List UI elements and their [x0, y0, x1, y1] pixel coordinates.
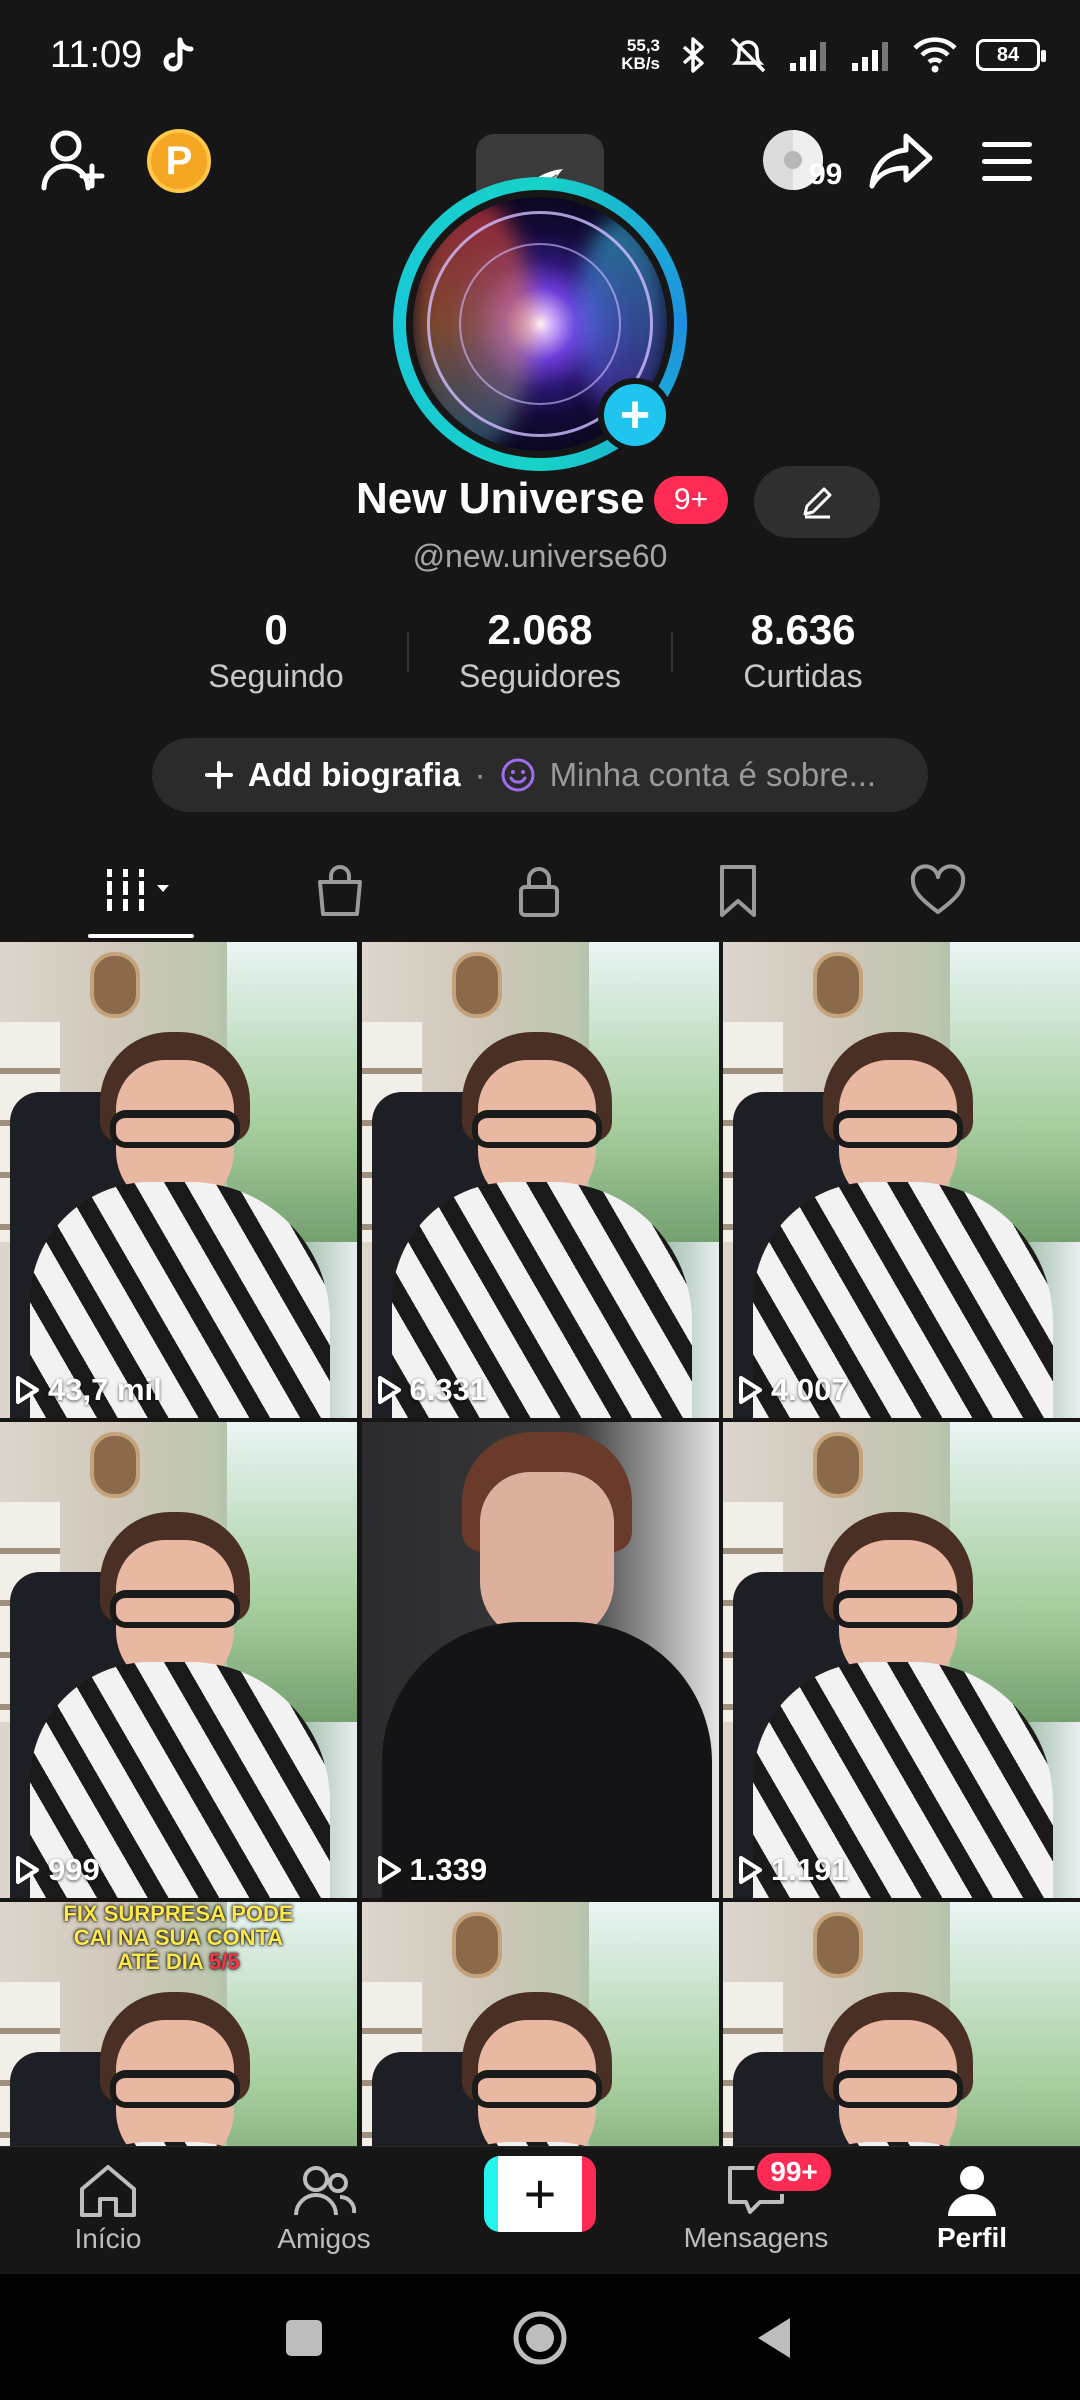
add-story-button[interactable]: + [598, 378, 672, 452]
status-bar: 11:09 55,3 KB/s 84 [0, 0, 1080, 110]
profile-icon [948, 2166, 996, 2216]
view-count: 4.007 [737, 1372, 849, 1408]
video-thumbnail[interactable]: 4.007 [723, 942, 1080, 1418]
play-icon [377, 1856, 401, 1884]
pencil-icon [803, 487, 832, 519]
system-navigation-bar [0, 2274, 1080, 2400]
home-icon [80, 2165, 136, 2217]
stat-following[interactable]: 0 Seguindo [156, 606, 396, 695]
tiktok-notification-icon [163, 37, 194, 72]
video-thumbnail[interactable]: 43,7 mil [0, 942, 357, 1418]
share-icon[interactable] [868, 130, 934, 192]
recent-apps-icon[interactable] [284, 2318, 324, 2358]
bio-separator: · [474, 756, 486, 793]
videos-icon [107, 869, 169, 911]
nav-profile[interactable]: Perfil [892, 2162, 1052, 2254]
bluetooth-icon [682, 37, 704, 73]
signal-icon-1 [790, 42, 826, 71]
video-grid: 43,7 mil 6.331 4.007 999 1.339 1.191 FIX… [0, 942, 1080, 2146]
edit-profile-button[interactable] [754, 466, 880, 538]
tab-private[interactable] [489, 858, 589, 924]
messages-badge: 99+ [754, 2150, 834, 2194]
bookmark-icon [720, 865, 756, 917]
nav-friends[interactable]: Amigos [244, 2163, 404, 2255]
video-caption: FIX SURPRESA PODE CAI NA SUA CONTA ATÉ D… [63, 1902, 294, 1974]
play-icon [739, 1856, 762, 1884]
view-count: 6.331 [376, 1372, 487, 1408]
active-tab-indicator [88, 934, 194, 938]
video-thumbnail[interactable] [723, 1902, 1080, 2146]
bio-placeholder: Minha conta é sobre... [549, 756, 877, 793]
tab-saved[interactable] [688, 858, 788, 924]
plus-icon: + [498, 2156, 582, 2232]
add-friend-icon[interactable] [40, 128, 110, 194]
profile-name: New Universe [356, 474, 645, 523]
video-thumbnail[interactable]: 1.339 [361, 1422, 719, 1898]
tab-liked[interactable] [888, 858, 988, 924]
disc-button[interactable]: 99 [763, 128, 842, 196]
add-bio-label: Add biografia [247, 756, 461, 793]
video-thumbnail[interactable]: 1.191 [723, 1422, 1080, 1898]
tab-shop[interactable] [290, 858, 390, 924]
friends-icon [294, 2166, 356, 2216]
play-icon [377, 1376, 401, 1404]
coins-icon[interactable]: P [147, 129, 211, 193]
stat-divider [671, 632, 673, 672]
network-speed: 55,3 KB/s [621, 36, 660, 73]
add-bio-button[interactable]: Add biografia · Minha conta é sobre... [152, 738, 928, 812]
stat-divider [407, 632, 409, 672]
view-count: 1.339 [376, 1852, 487, 1888]
smiley-icon [501, 758, 535, 792]
tab-videos[interactable] [91, 858, 191, 924]
play-icon [739, 1376, 762, 1404]
heart-icon [910, 864, 966, 914]
wifi-icon [913, 37, 957, 73]
shop-icon [318, 865, 362, 916]
status-time: 11:09 [50, 34, 143, 76]
video-thumbnail[interactable]: FIX SURPRESA PODE CAI NA SUA CONTA ATÉ D… [0, 1902, 357, 2146]
signal-icon-2 [852, 42, 888, 71]
video-thumbnail[interactable]: 999 [0, 1422, 357, 1898]
plus-icon [204, 761, 233, 789]
lock-icon [519, 867, 559, 917]
plus-icon: + [619, 386, 651, 444]
stat-likes[interactable]: 8.636 Curtidas [683, 606, 923, 695]
battery-indicator: 84 [976, 39, 1046, 71]
stat-followers[interactable]: 2.068 Seguidores [420, 606, 660, 695]
view-count: 1.191 [737, 1852, 849, 1888]
disc-count: 99 [809, 158, 843, 191]
create-button[interactable]: + [484, 2156, 596, 2232]
profile-handle: @new.universe60 [412, 538, 668, 574]
view-count: 43,7 mil [14, 1372, 162, 1408]
back-icon[interactable] [754, 2314, 794, 2362]
view-count: 999 [14, 1852, 100, 1888]
play-icon [16, 1376, 39, 1404]
play-icon [16, 1856, 39, 1884]
video-thumbnail[interactable]: 6.331 [361, 942, 719, 1418]
menu-icon[interactable] [980, 140, 1034, 184]
status-icons: 55,3 KB/s 84 [621, 30, 1046, 80]
nav-home[interactable]: Início [28, 2163, 188, 2255]
home-button-icon[interactable] [512, 2310, 568, 2366]
video-thumbnail[interactable] [361, 1902, 719, 2146]
mute-bell-icon [730, 37, 766, 73]
notification-badge[interactable]: 9+ [654, 476, 728, 524]
